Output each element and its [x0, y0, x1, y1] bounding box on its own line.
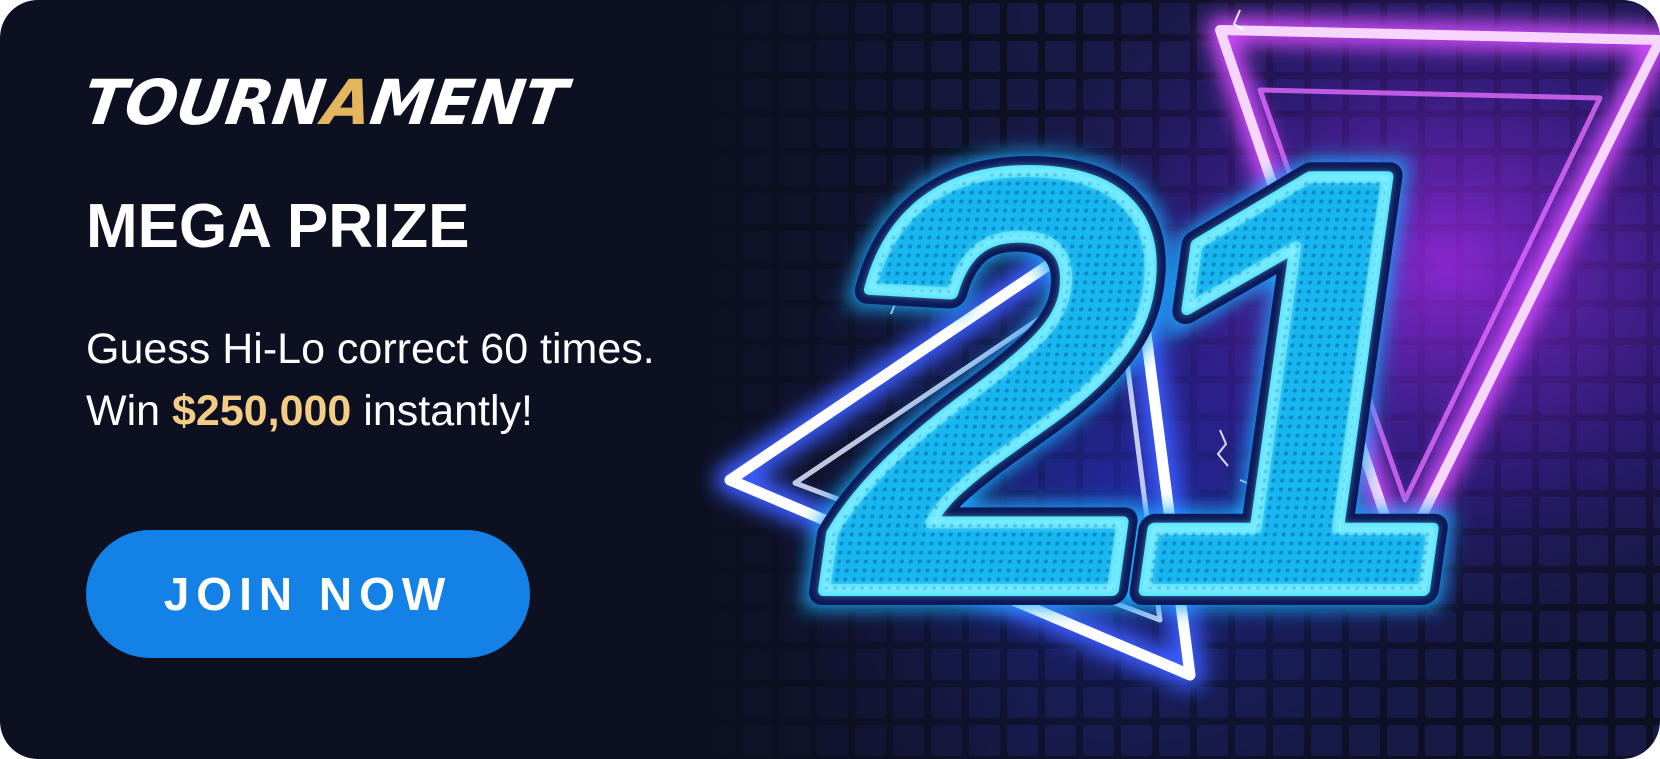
neon-21-artwork: 21 21 21 21 21	[700, 0, 1660, 759]
tournament-banner[interactable]: 21 21 21 21 21 TOURNAMENT MEGA PRIZE Gue…	[0, 0, 1660, 759]
number-tube-glow: 21	[785, 47, 1502, 718]
promo-title: MEGA PRIZE	[86, 192, 470, 261]
description-suffix: instantly!	[351, 387, 533, 435]
logo-text-start: TOURN	[78, 66, 330, 139]
description-line-2: Win $250,000 instantly!	[86, 380, 655, 442]
description-line-1: Guess Hi-Lo correct 60 times.	[86, 325, 655, 373]
join-now-button[interactable]: JOIN NOW	[86, 530, 530, 658]
tournament-logo: TOURNAMENT	[79, 66, 570, 139]
description-prefix: Win	[86, 387, 172, 435]
promo-description: Guess Hi-Lo correct 60 times. Win $250,0…	[86, 318, 655, 442]
logo-text-end: MENT	[365, 66, 571, 139]
neon-number: 21 21 21 21 21	[767, 29, 1520, 736]
prize-amount: $250,000	[172, 387, 352, 435]
